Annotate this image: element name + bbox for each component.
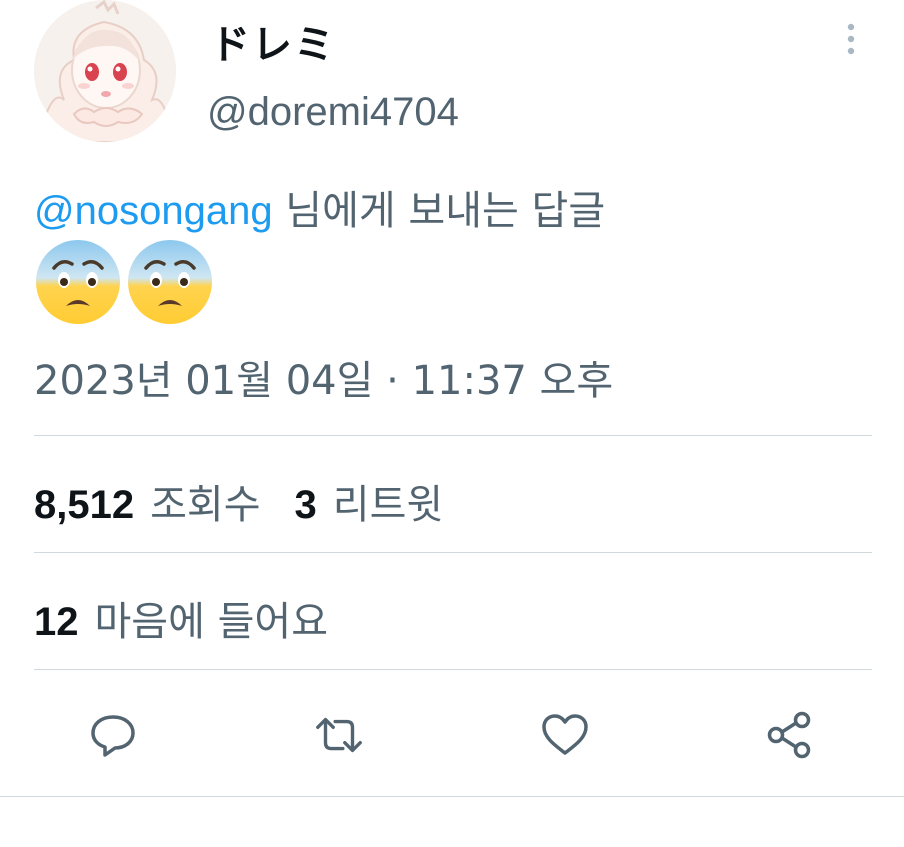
retweet-button[interactable] — [312, 708, 366, 762]
retweet-icon — [316, 717, 362, 753]
display-name[interactable]: ドレミ — [210, 12, 336, 70]
tweet-text — [34, 238, 214, 326]
like-button[interactable] — [538, 708, 592, 762]
share-button[interactable] — [762, 708, 816, 762]
stats-likes[interactable]: 12 마음에 들어요 — [34, 589, 328, 647]
retweets-label[interactable]: 리트윗 — [333, 472, 443, 530]
anxious-face-icon — [36, 240, 120, 324]
reply-icon — [91, 715, 135, 757]
likes-count[interactable]: 12 — [34, 600, 79, 645]
divider — [34, 552, 872, 553]
mention-link[interactable]: @nosongang — [34, 189, 273, 233]
anxious-face-icon — [128, 240, 212, 324]
share-icon — [767, 711, 811, 759]
retweets-count[interactable]: 3 — [295, 483, 317, 528]
likes-label[interactable]: 마음에 들어요 — [95, 589, 329, 647]
tweet-detail: ドレミ @doremi4704 @nosongang 님에게 보내는 답글 20… — [0, 0, 904, 847]
reply-context: @nosongang 님에게 보내는 답글 — [34, 178, 605, 236]
tweet-timestamp[interactable]: 2023년 01월 04일 · 11:37 오후 — [34, 348, 613, 406]
anime-avatar-icon — [34, 0, 176, 142]
reply-button[interactable] — [86, 708, 140, 762]
action-bar — [0, 700, 904, 770]
like-icon — [542, 714, 588, 755]
divider — [0, 796, 904, 797]
user-handle[interactable]: @doremi4704 — [207, 90, 459, 135]
divider — [34, 435, 872, 436]
views-count: 8,512 — [34, 483, 135, 527]
views-label: 조회수 — [150, 482, 261, 528]
divider — [34, 669, 872, 670]
avatar[interactable] — [34, 0, 176, 142]
stats-views-retweets: 8,512 조회수 3 리트윗 — [34, 472, 443, 530]
reply-context-label: 님에게 보내는 답글 — [272, 188, 606, 234]
more-options-icon[interactable] — [838, 22, 864, 58]
